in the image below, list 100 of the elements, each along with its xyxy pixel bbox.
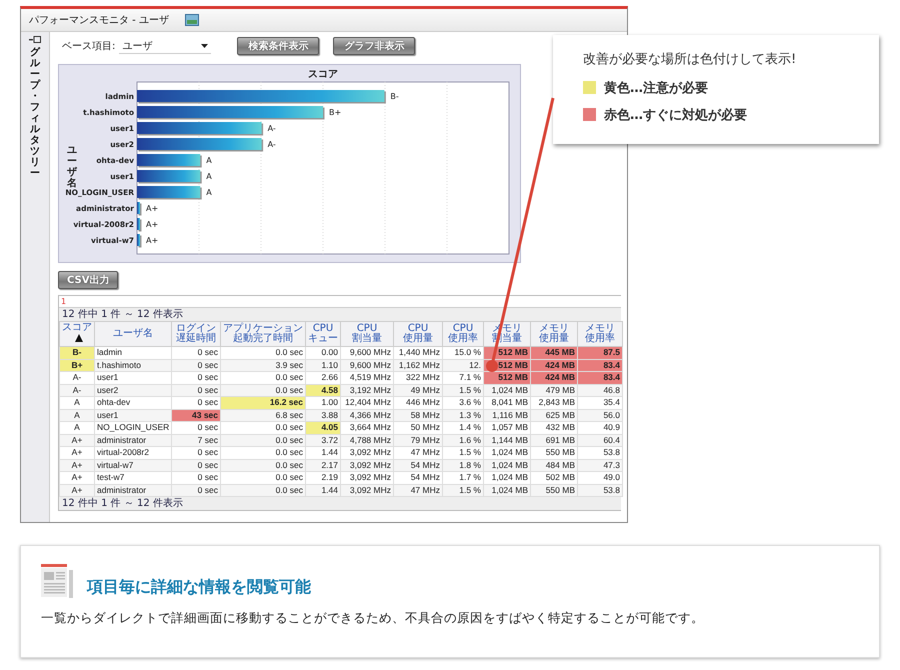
table-cell: 83.4: [578, 359, 622, 372]
bar: [137, 186, 202, 200]
table-cell: 550 MB: [530, 484, 578, 496]
table-cell: 83.4: [578, 372, 622, 384]
column-header[interactable]: メモリ使用率: [578, 322, 622, 346]
monitor-icon: [184, 14, 199, 26]
toolbar-button[interactable]: 検索条件表示: [237, 37, 320, 55]
table-cell: 446 MHz: [394, 396, 442, 409]
table-cell: 1.5 %: [442, 446, 484, 459]
table-cell: 1.3 %: [442, 409, 484, 422]
table-cell: 47.3: [578, 459, 622, 472]
table-cell: A: [60, 396, 94, 409]
table-cell: 1.4 %: [442, 422, 484, 434]
table-cell: 445 MB: [530, 346, 578, 359]
table-cell: NO_LOGIN_USER: [94, 422, 172, 434]
table-cell: 43 sec: [172, 409, 220, 422]
table-cell: 9,600 MHz: [340, 346, 394, 359]
table-cell: 0.0 sec: [220, 384, 306, 396]
table-cell: 0 sec: [172, 396, 220, 409]
table-cell: 0.0 sec: [220, 422, 306, 434]
column-header[interactable]: アプリケーション起動完了時間: [220, 322, 306, 346]
table-cell: virtual-2008r2: [94, 446, 172, 459]
column-header[interactable]: スコア: [60, 322, 94, 346]
table-cell: 512 MB: [484, 372, 530, 384]
table-cell: 1,024 MB: [484, 446, 530, 459]
table-cell: 4,788 MHz: [340, 434, 394, 446]
table-cell: ladmin: [94, 346, 172, 359]
table-cell: 0.0 sec: [220, 459, 306, 472]
column-header[interactable]: CPUキュー: [306, 322, 340, 346]
table-cell: A+: [60, 459, 94, 472]
bar-value-label: A-: [268, 124, 276, 133]
table-cell: 479 MB: [530, 384, 578, 396]
table-cell: 1,440 MHz: [394, 346, 442, 359]
table-cell: 0.0 sec: [220, 472, 306, 484]
page-number: 1: [59, 296, 621, 308]
table-cell: 0 sec: [172, 422, 220, 434]
table-cell: 2,843 MB: [530, 396, 578, 409]
table-cell: 0 sec: [172, 372, 220, 384]
table-cell: user1: [94, 372, 172, 384]
table-cell: 49 MHz: [394, 384, 442, 396]
table-cell: A: [60, 422, 94, 434]
column-header[interactable]: CPU使用量: [394, 322, 442, 346]
table-cell: 12,404 MHz: [340, 396, 394, 409]
table-cell: administrator: [94, 484, 172, 496]
bar: [137, 218, 142, 232]
csv-button[interactable]: CSV出力: [58, 271, 118, 289]
table-cell: 484 MB: [530, 459, 578, 472]
table-cell: 56.0: [578, 409, 622, 422]
table-cell: 550 MB: [530, 446, 578, 459]
table-cell: 1,162 MHz: [394, 359, 442, 372]
column-header[interactable]: ログイン遅延時間: [172, 322, 220, 346]
bar-value-label: A+: [146, 204, 158, 213]
table-cell: 1,024 MB: [484, 472, 530, 484]
toolbar-button[interactable]: グラフ非表示: [333, 37, 416, 55]
table-cell: ohta-dev: [94, 396, 172, 409]
table-cell: 0.0 sec: [220, 372, 306, 384]
column-header[interactable]: CPU割当量: [340, 322, 394, 346]
table-cell: 35.4: [578, 396, 622, 409]
table-cell: 0.0 sec: [220, 434, 306, 446]
table-cell: administrator: [94, 434, 172, 446]
table-cell: 79 MHz: [394, 434, 442, 446]
table-cell: 3.9 sec: [220, 359, 306, 372]
table-cell: 3,092 MHz: [340, 472, 394, 484]
table-cell: 16.2 sec: [220, 396, 306, 409]
result-summary: 12 件中 1 件 ～ 12 件表示: [61, 497, 184, 510]
table-cell: 8,041 MB: [484, 396, 530, 409]
column-header[interactable]: メモリ使用量: [530, 322, 578, 346]
table-cell: 3,092 MHz: [340, 459, 394, 472]
table-cell: 0 sec: [172, 346, 220, 359]
table-cell: 53.8: [578, 484, 622, 496]
sort-ascending-icon[interactable]: [74, 334, 82, 342]
table-cell: A+: [60, 472, 94, 484]
caret-icon: [201, 44, 208, 48]
table-cell: 0 sec: [172, 359, 220, 372]
table-cell: 0.0 sec: [220, 446, 306, 459]
table-cell: 7.1 %: [442, 372, 484, 384]
table-cell: 12.: [442, 359, 484, 372]
sidebar-label[interactable]: グループ・フィルタツリー: [30, 47, 40, 179]
table-cell: B+: [60, 359, 94, 372]
column-header[interactable]: ユーザ名: [94, 322, 172, 346]
base-select[interactable]: ユーザ: [119, 38, 212, 54]
column-header[interactable]: CPU使用率: [442, 322, 484, 346]
table-cell: 47 MHz: [394, 446, 442, 459]
table-cell: A+: [60, 434, 94, 446]
bar: [137, 154, 202, 168]
table-cell: A: [60, 409, 94, 422]
table-cell: 15.0 %: [442, 346, 484, 359]
table-cell: 47 MHz: [394, 484, 442, 496]
table-cell: 432 MB: [530, 422, 578, 434]
table-cell: 0.0 sec: [220, 484, 306, 496]
document-icon: [41, 564, 73, 598]
legend-label: 黄色…注意が必要: [604, 80, 708, 96]
table-cell: 9,600 MHz: [340, 359, 394, 372]
bar-value-label: A+: [146, 236, 158, 245]
table-cell: A-: [60, 372, 94, 384]
window-title: パフォーマンスモニタ - ユーザ: [29, 14, 169, 27]
table-cell: 54 MHz: [394, 459, 442, 472]
table-cell: 3,192 MHz: [340, 384, 394, 396]
table-cell: 7 sec: [172, 434, 220, 446]
table-cell: 1,024 MB: [484, 484, 530, 496]
